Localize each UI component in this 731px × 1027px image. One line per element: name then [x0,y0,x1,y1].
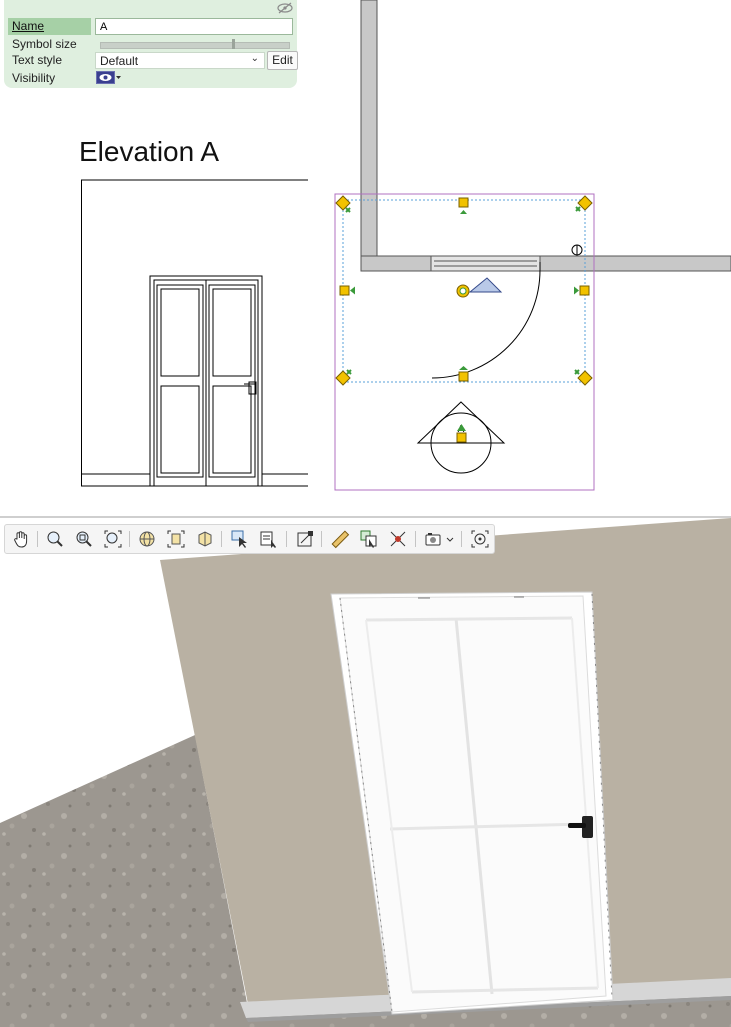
corner-grip-bottom-left[interactable] [335,369,352,386]
toolbar-separator [321,531,322,547]
plan-walls [360,0,731,272]
select-arrow-icon[interactable] [230,529,250,549]
edge-grip-right[interactable] [574,285,590,296]
view-toolbar [4,524,495,554]
fit-selection-icon[interactable] [166,529,186,549]
measure-ruler-icon[interactable] [330,529,350,549]
corner-grip-top-right[interactable] [575,195,593,212]
toolbar-separator [37,531,38,547]
opening-marker-icon[interactable] [571,244,583,256]
toolbar-separator [461,531,462,547]
delete-cross-icon[interactable] [388,529,408,549]
toolbar-separator [221,531,222,547]
select-list-icon[interactable] [259,529,279,549]
hand-pan-icon[interactable] [11,529,31,549]
edge-grip-left[interactable] [339,285,355,296]
camera-icon[interactable] [423,529,457,549]
elevation-view [81,179,308,487]
toolbar-separator [129,531,130,547]
edge-grip-top[interactable] [458,197,469,214]
zoom-window-icon[interactable] [74,529,94,549]
zoom-icon[interactable] [45,529,65,549]
elevation-marker-icon[interactable]: A [416,401,506,474]
target-view-icon[interactable] [470,529,490,549]
3d-viewport[interactable] [0,518,731,1027]
drawing-canvas: A [81,0,731,491]
corner-grip-bottom-right[interactable] [574,369,593,386]
toolbar-separator [415,531,416,547]
box-section-icon[interactable] [195,529,215,549]
orbit-globe-icon[interactable] [137,529,157,549]
toolbar-separator [286,531,287,547]
copy-select-icon[interactable] [359,529,379,549]
scale-frame-icon[interactable] [295,529,315,549]
rotate-grip[interactable] [456,277,503,298]
corner-grip-top-left[interactable] [335,195,351,213]
edge-grip-bottom[interactable] [458,366,469,382]
zoom-extents-icon[interactable] [103,529,123,549]
